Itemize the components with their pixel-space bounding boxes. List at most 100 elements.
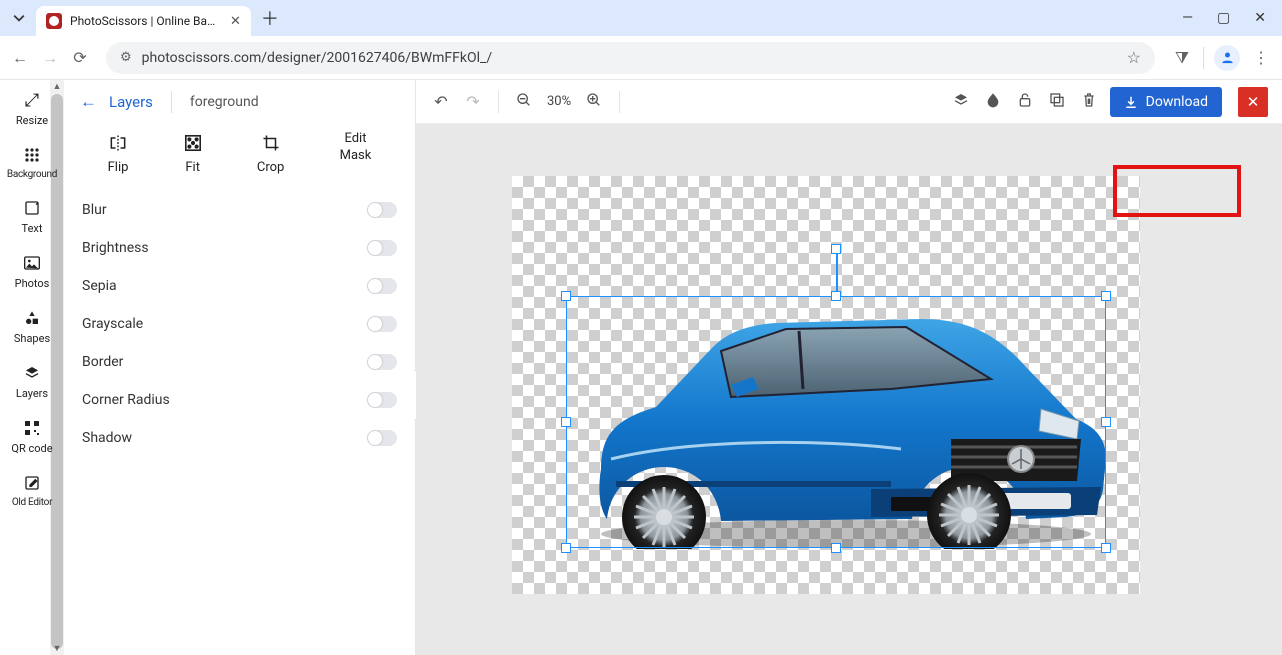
sidebar-item-layers[interactable]: Layers — [7, 363, 57, 400]
rotate-handle-line — [836, 254, 838, 296]
crop-icon — [262, 132, 280, 154]
tool-fit[interactable]: Fit — [184, 132, 202, 175]
back-arrow-icon[interactable]: ← — [80, 92, 97, 112]
rotate-handle[interactable] — [831, 244, 841, 254]
app-sidebar: ▲ ▼ ⤢ Resize Background Text Photos — [0, 80, 64, 655]
download-button[interactable]: Download — [1110, 87, 1222, 117]
browser-tab-strip: PhotoScissors | Online Backgro ✕ ＋ — ▢ ✕ — [0, 0, 1282, 36]
prop-label: Border — [82, 354, 123, 370]
close-editor-button[interactable]: ✕ — [1238, 87, 1268, 117]
prop-shadow[interactable]: Shadow — [82, 419, 397, 457]
toggle[interactable] — [367, 278, 397, 294]
browser-toolbar: ← → ⟳ ⚙ photoscissors.com/designer/20016… — [0, 36, 1282, 80]
divider — [171, 91, 172, 113]
prop-border[interactable]: Border — [82, 343, 397, 381]
qr-icon — [24, 418, 40, 438]
tool-flip[interactable]: Flip — [108, 132, 129, 175]
address-bar[interactable]: ⚙ photoscissors.com/designer/2001627406/… — [106, 42, 1155, 74]
browser-tab[interactable]: PhotoScissors | Online Backgro ✕ — [36, 6, 251, 36]
selection-handle-se[interactable] — [1101, 543, 1111, 553]
prop-corner-radius[interactable]: Corner Radius — [82, 381, 397, 419]
sidebar-item-photos[interactable]: Photos — [7, 253, 57, 290]
text-icon — [24, 198, 40, 218]
lock-icon[interactable] — [1014, 92, 1036, 112]
toggle[interactable] — [367, 392, 397, 408]
download-label: Download — [1146, 94, 1208, 110]
toggle[interactable] — [367, 316, 397, 332]
prop-label: Brightness — [82, 240, 149, 256]
sidebar-item-label: Layers — [16, 387, 48, 400]
prop-grayscale[interactable]: Grayscale — [82, 305, 397, 343]
tool-edit-mask[interactable]: Edit Mask — [340, 132, 372, 164]
selection-handle-e[interactable] — [1101, 417, 1111, 427]
opacity-drop-icon[interactable] — [982, 92, 1004, 112]
sidebar-item-old-editor[interactable]: Old Editor — [7, 473, 57, 508]
sidebar-item-text[interactable]: Text — [7, 198, 57, 235]
selection-handle-sw[interactable] — [561, 543, 571, 553]
zoom-out-button[interactable] — [513, 92, 535, 112]
prop-brightness[interactable]: Brightness — [82, 229, 397, 267]
prop-sepia[interactable]: Sepia — [82, 267, 397, 305]
tool-crop[interactable]: Crop — [257, 132, 284, 175]
selection-handle-ne[interactable] — [1101, 291, 1111, 301]
selection-handle-w[interactable] — [561, 417, 571, 427]
toggle[interactable] — [367, 354, 397, 370]
selection-handle-s[interactable] — [831, 543, 841, 553]
layers-back-link[interactable]: Layers — [109, 93, 153, 111]
tab-favicon — [46, 13, 62, 29]
toggle[interactable] — [367, 202, 397, 218]
tab-title: PhotoScissors | Online Backgro — [70, 14, 220, 28]
canvas-area[interactable] — [416, 124, 1282, 655]
tabs-dropdown-button[interactable] — [8, 7, 30, 29]
zoom-percentage[interactable]: 30% — [547, 94, 571, 109]
layers-stack-icon[interactable] — [950, 92, 972, 112]
zoom-in-button[interactable] — [583, 92, 605, 112]
duplicate-icon[interactable] — [1046, 92, 1068, 112]
browser-menu-button[interactable]: ⋮ — [1250, 48, 1272, 67]
sidebar-item-label: QR code — [11, 442, 52, 455]
flip-icon — [108, 132, 128, 154]
url-text: photoscissors.com/designer/2001627406/BW… — [142, 50, 492, 66]
window-maximize-button[interactable]: ▢ — [1217, 10, 1230, 26]
fit-icon — [184, 132, 202, 154]
sidebar-item-label: Text — [22, 222, 43, 235]
sidebar-item-qrcode[interactable]: QR code — [7, 418, 57, 455]
window-close-button[interactable]: ✕ — [1254, 10, 1266, 26]
new-tab-button[interactable]: ＋ — [261, 5, 279, 31]
sidebar-item-resize[interactable]: ⤢ Resize — [7, 90, 57, 127]
download-icon — [1124, 95, 1138, 109]
tool-label: Flip — [108, 160, 129, 175]
trash-icon[interactable] — [1078, 92, 1100, 112]
tool-label: Fit — [185, 160, 200, 175]
selection-handle-n[interactable] — [831, 291, 841, 301]
prop-label: Grayscale — [82, 316, 143, 332]
tab-close-icon[interactable]: ✕ — [230, 14, 241, 29]
image-icon — [24, 253, 40, 273]
prop-blur[interactable]: Blur — [82, 191, 397, 229]
profile-avatar[interactable] — [1214, 45, 1240, 71]
current-layer-name: foreground — [190, 94, 259, 110]
tool-label: Edit — [344, 132, 366, 147]
sidebar-item-background[interactable]: Background — [7, 145, 57, 180]
undo-button[interactable]: ↶ — [430, 92, 452, 111]
sidebar-item-shapes[interactable]: Shapes — [7, 308, 57, 345]
prop-label: Shadow — [82, 430, 132, 446]
redo-button[interactable]: ↷ — [462, 92, 484, 111]
extensions-icon[interactable]: ⧩ — [1171, 48, 1193, 68]
nav-reload-button[interactable]: ⟳ — [70, 48, 90, 67]
site-settings-icon[interactable]: ⚙ — [120, 50, 132, 65]
layers-icon — [24, 363, 40, 383]
prop-label: Blur — [82, 202, 107, 218]
toggle[interactable] — [367, 240, 397, 256]
selection-handle-nw[interactable] — [561, 291, 571, 301]
sidebar-item-label: Background — [7, 169, 57, 180]
nav-forward-button[interactable]: → — [40, 48, 60, 68]
edit-icon — [24, 473, 40, 493]
editor-toolbar: ↶ ↷ 30% — [416, 80, 1282, 124]
window-minimize-button[interactable]: — — [1182, 10, 1193, 26]
nav-back-button[interactable]: ← — [10, 48, 30, 68]
toggle[interactable] — [367, 430, 397, 446]
selection-box[interactable] — [566, 296, 1106, 548]
sidebar-item-label: Shapes — [14, 332, 50, 345]
bookmark-star-icon[interactable]: ☆ — [1127, 48, 1141, 67]
